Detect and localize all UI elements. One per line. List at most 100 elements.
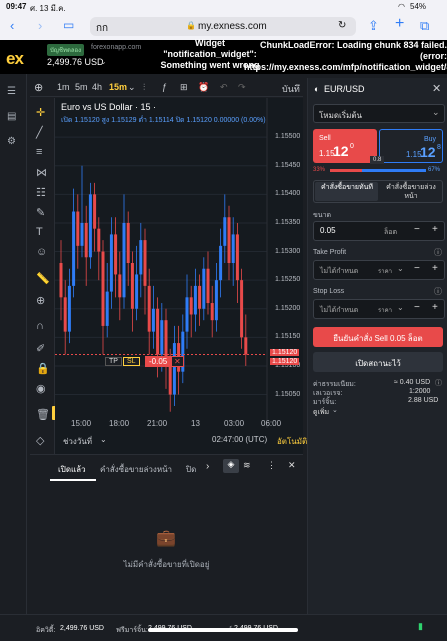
fib-icon[interactable]: ☷ bbox=[36, 186, 46, 199]
chart-svg[interactable] bbox=[55, 98, 303, 454]
tp-marker[interactable]: TP bbox=[105, 357, 122, 366]
chart-clock: 02:47:00 (UTC) bbox=[212, 435, 268, 444]
candles-icon[interactable]: ⫶ bbox=[143, 82, 145, 93]
crosshair-icon[interactable]: ✛ bbox=[36, 106, 45, 119]
sl-marker[interactable]: SL bbox=[123, 357, 140, 366]
reader-aa-button[interactable]: กก bbox=[96, 21, 108, 36]
volume-decrease-button[interactable]: − bbox=[414, 224, 420, 235]
info-icon[interactable]: ⓘ bbox=[434, 247, 442, 258]
compare-icon[interactable]: ⊞ bbox=[180, 82, 188, 93]
candle-body bbox=[126, 222, 130, 263]
empty-positions-text: ไม่มีคำสั่งซื้อขายที่เปิดอยู่ bbox=[123, 560, 210, 569]
settings-icon[interactable]: ⚙ bbox=[7, 136, 16, 147]
position-pl-tag[interactable]: -0.05 bbox=[145, 356, 172, 367]
ruler-icon[interactable]: 📏 bbox=[36, 272, 50, 285]
sl-decrease-button[interactable]: − bbox=[414, 302, 420, 313]
auto-scale-button[interactable]: อัตโนมัติ bbox=[277, 435, 307, 448]
take-profit-field[interactable]: ไม่ได้กำหนด ราคา ⌄ − + bbox=[313, 260, 445, 280]
chevron-down-icon[interactable]: ⌄ bbox=[332, 406, 338, 414]
tab-pending-label: คำสั่งซื้อขายล่วงหน้า bbox=[386, 184, 436, 200]
back-icon[interactable]: ‹ bbox=[10, 18, 14, 33]
layers-icon[interactable]: ◇ bbox=[36, 434, 44, 447]
signal-icon: ▮ bbox=[418, 621, 423, 631]
date-range-button[interactable]: ช่วงวันที่ bbox=[63, 435, 92, 448]
info-icon[interactable]: ⓘ bbox=[435, 378, 442, 388]
price-chart[interactable]: Euro vs US Dollar · 15 · เปิด 1.15120 สู… bbox=[55, 98, 307, 454]
chunk-load-error-message: ChunkLoadError: Loading chunk 834 failed… bbox=[244, 40, 447, 74]
volume-value[interactable]: 0.05 bbox=[320, 226, 336, 235]
take-profit-value[interactable]: ไม่ได้กำหนด bbox=[320, 266, 358, 277]
timeframe-4h[interactable]: 4h bbox=[92, 82, 102, 92]
reload-icon[interactable]: ↻ bbox=[338, 20, 346, 31]
tabs-icon[interactable]: ⧉ bbox=[420, 18, 429, 34]
tab-closed-positions[interactable]: ปิด bbox=[186, 463, 196, 476]
open-position-button[interactable]: เปิดสถานะไว้ bbox=[313, 352, 443, 372]
stop-loss-field[interactable]: ไม่ได้กำหนด ราคา ⌄ − + bbox=[313, 299, 445, 319]
undo-icon[interactable]: ↶ bbox=[220, 82, 228, 93]
address-bar[interactable]: กก 🔒 my.exness.com ↻ bbox=[90, 17, 356, 36]
share-icon[interactable]: ⇪ bbox=[368, 18, 379, 34]
layout-icon[interactable]: ◈ bbox=[223, 459, 239, 473]
tab-pending-order[interactable]: คำสั่งซื้อขายล่วงหน้า bbox=[379, 182, 442, 201]
exness-logo[interactable]: ex bbox=[6, 49, 24, 69]
close-icon[interactable]: ✕ bbox=[432, 82, 441, 95]
tp-decrease-button[interactable]: − bbox=[414, 263, 420, 274]
brush-icon[interactable]: ✎ bbox=[36, 206, 45, 219]
tab-pending-orders[interactable]: คำสั่งซื้อขายล่วงหน้า bbox=[100, 463, 172, 476]
chevron-down-icon[interactable]: ⌄ bbox=[397, 303, 404, 312]
take-profit-unit[interactable]: ราคา bbox=[378, 266, 392, 276]
see-more-link[interactable]: ดูเพิ่ม bbox=[313, 407, 329, 418]
stop-loss-value[interactable]: ไม่ได้กำหนด bbox=[320, 305, 358, 316]
chevron-down-icon[interactable]: ⌄ bbox=[100, 435, 107, 444]
redo-icon[interactable]: ↷ bbox=[238, 82, 246, 93]
new-tab-icon[interactable]: + bbox=[395, 15, 404, 33]
chevron-down-icon[interactable]: ⌄ bbox=[100, 57, 107, 66]
magnet-icon[interactable]: ∩ bbox=[36, 320, 44, 332]
more-icon[interactable]: ⋮ bbox=[267, 460, 276, 471]
sl-increase-button[interactable]: + bbox=[432, 302, 438, 313]
close-panel-icon[interactable]: ✕ bbox=[288, 460, 296, 471]
header-balance[interactable]: 2,499.76 USD bbox=[47, 57, 104, 67]
sell-button[interactable]: Sell 1.15 12 0 bbox=[313, 129, 377, 163]
timeframe-1m[interactable]: 1m bbox=[57, 82, 70, 92]
timeframe-15m[interactable]: 15m bbox=[109, 82, 127, 92]
layers-icon[interactable]: ≋ bbox=[243, 460, 251, 471]
volume-increase-button[interactable]: + bbox=[432, 224, 438, 235]
mode-select[interactable]: โหมดเริ่มต้น ⌄ bbox=[313, 104, 445, 123]
indicators-icon[interactable]: ƒ bbox=[162, 82, 167, 92]
candle-body bbox=[185, 297, 189, 332]
book-icon[interactable]: ▭ bbox=[63, 18, 74, 32]
add-indicator-icon[interactable]: ⊕ bbox=[34, 81, 43, 94]
close-position-icon[interactable]: ✕ bbox=[171, 356, 184, 367]
y-tick-label: 1.15450 bbox=[275, 161, 301, 169]
lock-icon[interactable]: 🔒 bbox=[36, 362, 50, 375]
tp-increase-button[interactable]: + bbox=[432, 263, 438, 274]
y-tick-label: 1.15300 bbox=[275, 247, 301, 255]
info-icon[interactable]: ⓘ bbox=[434, 286, 442, 297]
volume-field[interactable]: 0.05 ล็อต − + bbox=[313, 221, 445, 241]
save-chart-label[interactable]: บันทึ bbox=[282, 82, 300, 96]
zoom-icon[interactable]: ⊕ bbox=[36, 294, 45, 307]
menu-icon[interactable]: ☰ bbox=[7, 86, 16, 97]
chevron-down-icon[interactable]: ⌄ bbox=[397, 264, 404, 273]
alert-icon[interactable]: ⏰ bbox=[198, 82, 209, 93]
chevron-down-icon[interactable]: ⌄ bbox=[128, 82, 136, 93]
forward-icon[interactable]: › bbox=[38, 18, 42, 33]
emoji-icon[interactable]: ☺ bbox=[36, 246, 47, 258]
confirm-sell-button[interactable]: ยืนยันคำสั่ง Sell 0.05 ล็อต bbox=[313, 327, 443, 347]
text-tool-icon[interactable]: T bbox=[36, 226, 43, 238]
buy-button[interactable]: Buy 1.15 12 8 bbox=[379, 129, 443, 163]
equity-label: อิควิตี้: bbox=[36, 627, 56, 634]
pitchfork-icon[interactable]: ⋈ bbox=[36, 166, 47, 179]
eye-icon[interactable]: ◉ bbox=[36, 382, 46, 395]
lock-drawing-icon[interactable]: ✐ bbox=[36, 342, 45, 355]
parallel-lines-icon[interactable]: ≡ bbox=[36, 146, 42, 158]
trendline-icon[interactable]: ╱ bbox=[36, 126, 43, 139]
orders-icon[interactable]: ▤ bbox=[7, 111, 16, 122]
timeframe-5m[interactable]: 5m bbox=[75, 82, 88, 92]
trash-icon[interactable]: 🗑 bbox=[36, 408, 50, 421]
chevron-right-icon[interactable]: › bbox=[206, 461, 209, 472]
tab-open-positions[interactable]: เปิดแล้ว bbox=[58, 463, 86, 476]
stop-loss-unit[interactable]: ราคา bbox=[378, 305, 392, 315]
tab-market-order[interactable]: คำสั่งซื้อขายทันที bbox=[315, 182, 378, 201]
